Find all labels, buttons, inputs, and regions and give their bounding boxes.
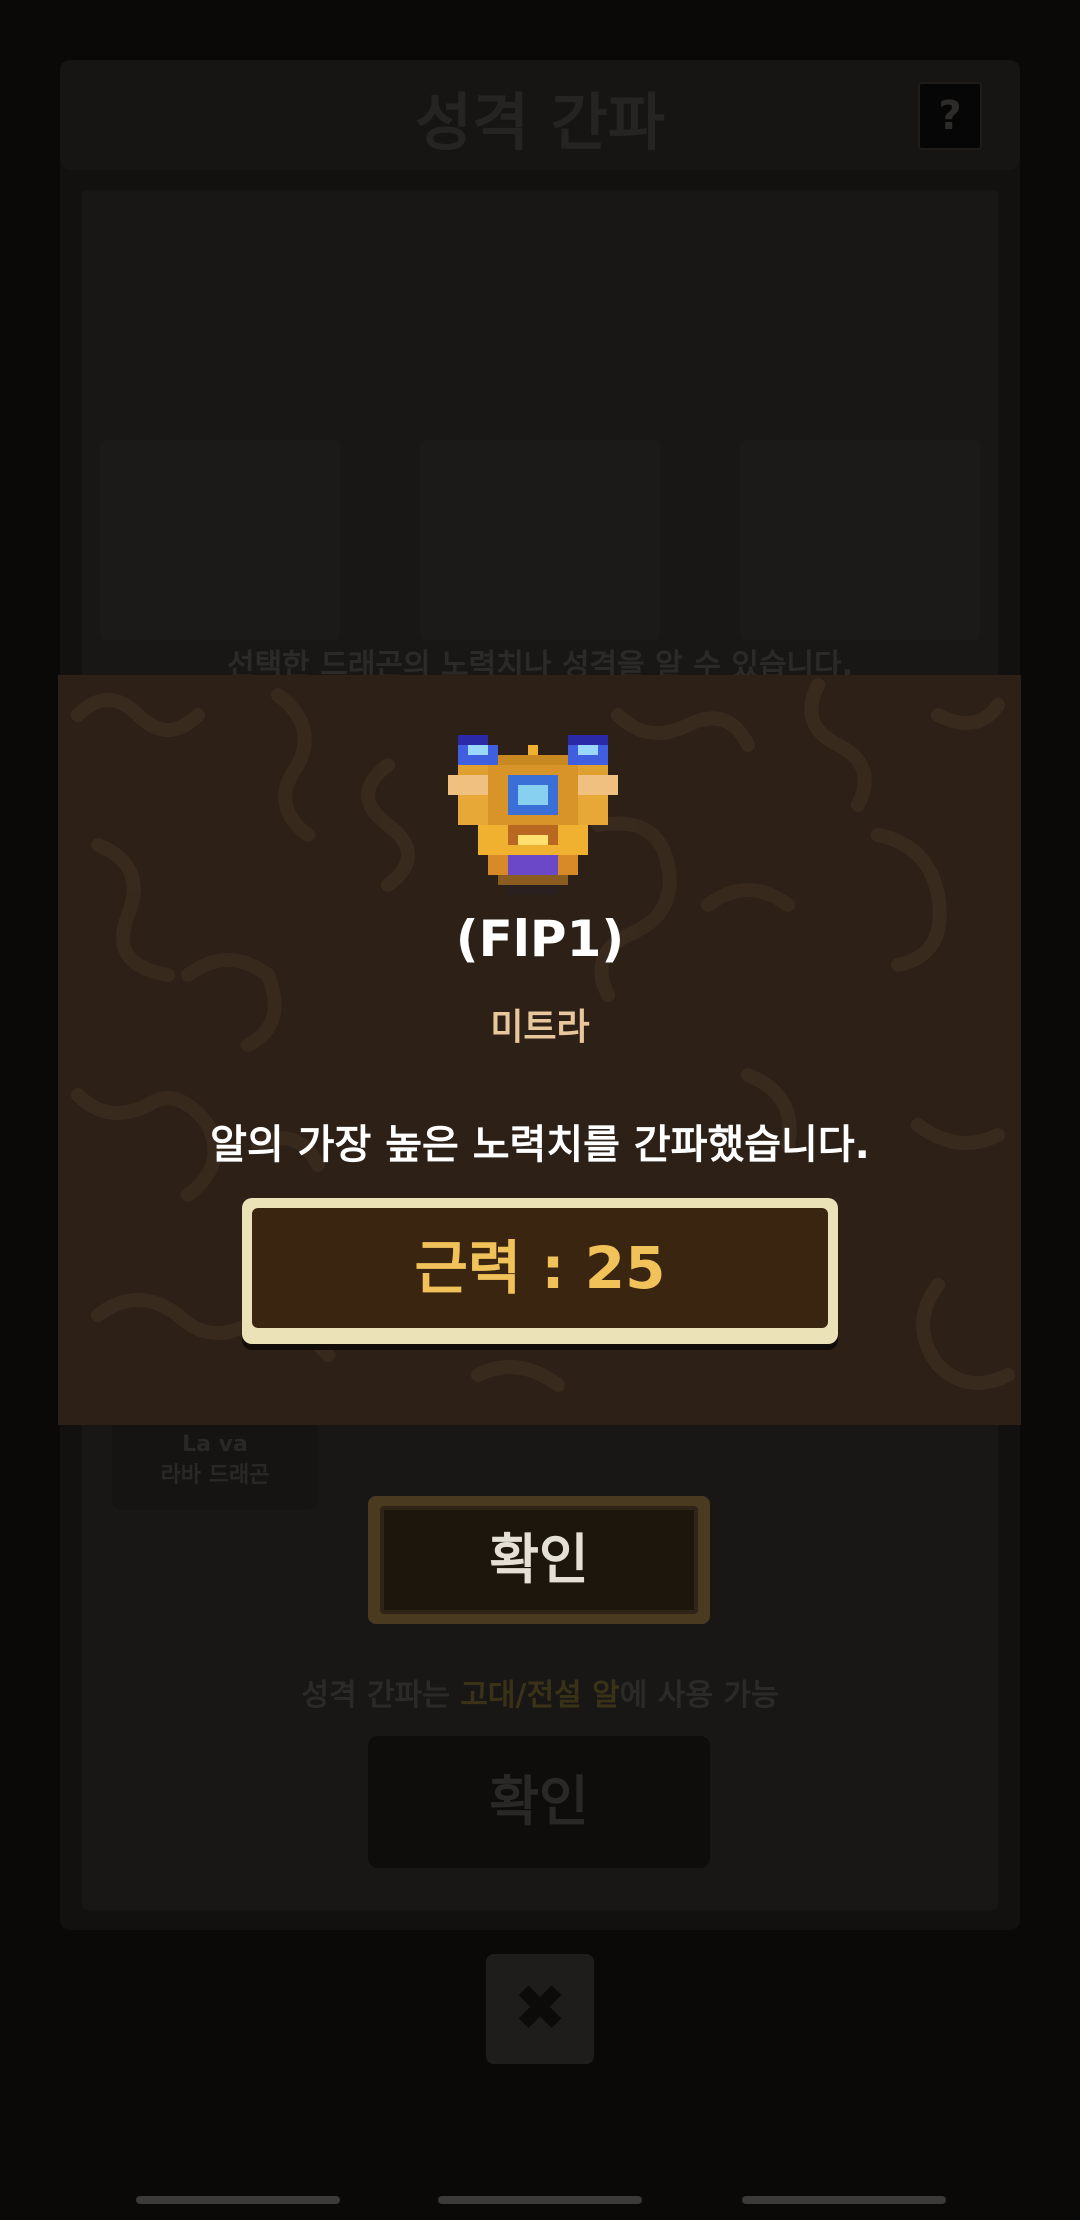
- confirm-button-disabled[interactable]: 확인: [368, 1736, 710, 1868]
- nav-indicator-center: [438, 2196, 642, 2204]
- egg-name: 미트라: [490, 1007, 590, 1048]
- dragon-slot-right[interactable]: [740, 440, 980, 640]
- dragon-egg-icon: [448, 735, 618, 895]
- dragon-slot-center[interactable]: [420, 440, 660, 640]
- confirm-button[interactable]: 확인: [380, 1506, 698, 1614]
- usage-note-highlight: 고대/전설 알: [460, 1678, 620, 1713]
- dragon-slot-left[interactable]: [100, 440, 340, 640]
- usage-note-prefix: 성격 간파는: [301, 1678, 461, 1713]
- lava-card-ko-label: 라바 드래곤: [160, 1463, 270, 1488]
- usage-note-suffix: 에 사용 가능: [619, 1678, 779, 1713]
- result-message: 알의 가장 높은 노력치를 간파했습니다.: [210, 1122, 870, 1168]
- egg-code: (FlP1): [455, 910, 625, 968]
- lava-card-en-label: La va: [182, 1432, 248, 1457]
- stat-result-value: 근력 : 25: [252, 1208, 828, 1328]
- nav-indicator-left: [136, 2196, 340, 2204]
- nav-indicator-right: [742, 2196, 946, 2204]
- help-button[interactable]: ?: [918, 82, 982, 150]
- close-icon[interactable]: ✖: [486, 1954, 594, 2064]
- usage-note: 성격 간파는 고대/전설 알에 사용 가능: [0, 1670, 1080, 1714]
